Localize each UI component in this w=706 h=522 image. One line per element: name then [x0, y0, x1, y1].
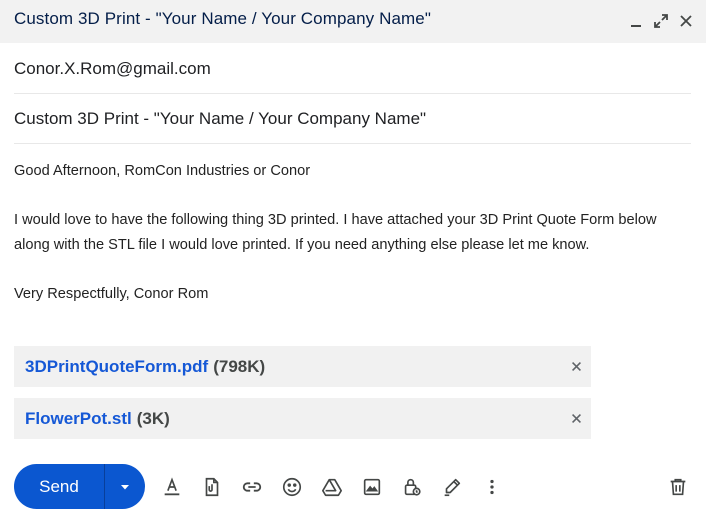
subject-field[interactable]: Custom 3D Print - "Your Name / Your Comp… — [14, 94, 691, 144]
send-button[interactable]: Send — [14, 464, 104, 509]
body-closing: Very Respectfully, Conor Rom — [14, 285, 209, 302]
remove-attachment-icon[interactable] — [569, 359, 583, 373]
recipient-email: Conor.X.Rom@gmail.com — [14, 59, 211, 78]
more-options-icon[interactable] — [480, 475, 504, 499]
compose-title: Custom 3D Print - "Your Name / Your Comp… — [14, 9, 431, 28]
remove-attachment-icon[interactable] — [569, 411, 583, 425]
close-icon[interactable] — [677, 12, 695, 30]
insert-photo-icon[interactable] — [360, 475, 384, 499]
caret-down-icon — [121, 484, 129, 489]
attachment-chip[interactable]: FlowerPot.stl (3K) — [14, 398, 591, 439]
expand-icon[interactable] — [652, 12, 670, 30]
message-body[interactable]: Good Afternoon, RomCon Industries or Con… — [14, 159, 704, 306]
minimize-icon[interactable] — [627, 12, 645, 30]
body-line: along with the STL file I would love pri… — [14, 236, 590, 253]
attachment-name[interactable]: 3DPrintQuoteForm.pdf — [25, 357, 208, 377]
attachment-name[interactable]: FlowerPot.stl — [25, 409, 132, 429]
drive-icon[interactable] — [320, 475, 344, 499]
send-button-group: Send — [14, 464, 145, 509]
body-line: I would love to have the following thing… — [14, 212, 657, 228]
to-field[interactable]: Conor.X.Rom@gmail.com — [14, 44, 691, 94]
confidential-mode-icon[interactable] — [400, 475, 424, 499]
discard-trash-icon[interactable] — [666, 475, 690, 499]
compose-header: Custom 3D Print - "Your Name / Your Comp… — [0, 0, 706, 43]
send-options-button[interactable] — [104, 464, 145, 509]
attachment-size: (3K) — [136, 408, 170, 428]
attachment-size: (798K) — [213, 356, 266, 376]
insert-link-icon[interactable] — [240, 475, 264, 499]
emoji-icon[interactable] — [280, 475, 304, 499]
signature-icon[interactable] — [440, 475, 464, 499]
format-text-icon[interactable] — [160, 475, 184, 499]
attachment-chip[interactable]: 3DPrintQuoteForm.pdf (798K) — [14, 346, 591, 387]
body-greeting: Good Afternoon, RomCon Industries or Con… — [14, 163, 311, 179]
attach-file-icon[interactable] — [200, 475, 224, 499]
subject-text: Custom 3D Print - "Your Name / Your Comp… — [14, 109, 427, 128]
